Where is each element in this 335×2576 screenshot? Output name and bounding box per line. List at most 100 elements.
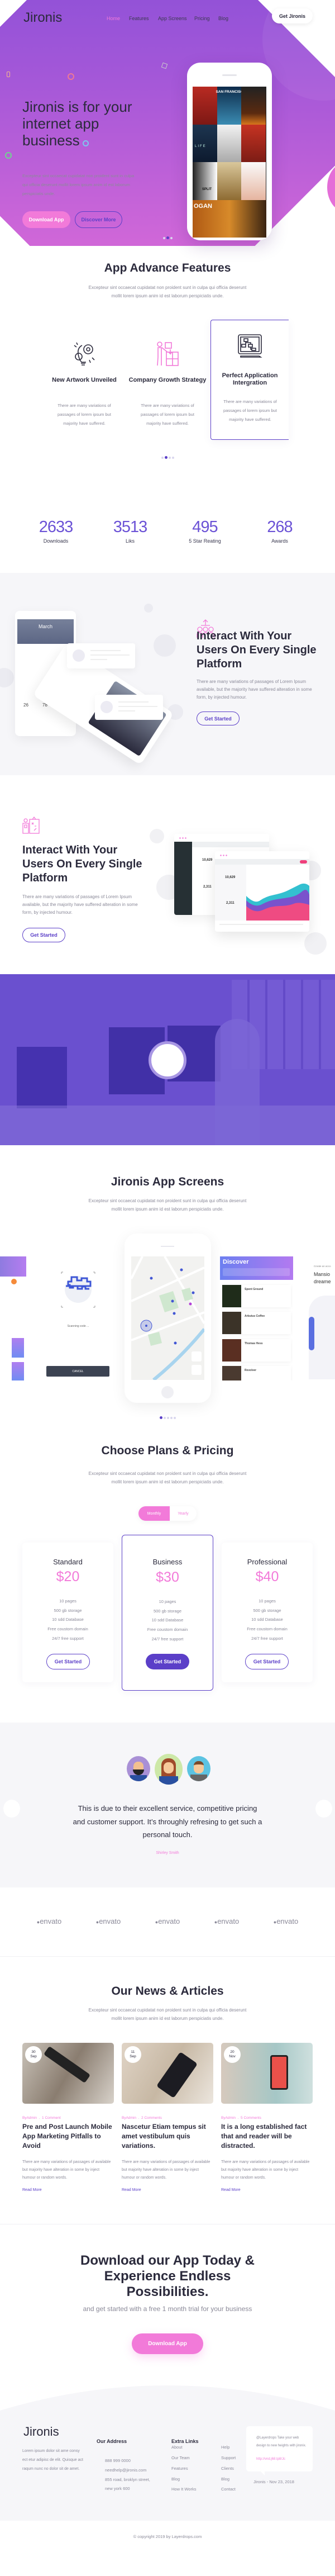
plan-get-started-button[interactable]: Get Started (245, 1654, 289, 1669)
footer-link-blog[interactable]: Blog (171, 2477, 180, 2482)
news-image[interactable]: 30 Sep (22, 2043, 114, 2104)
news-image[interactable]: 11 Sep (122, 2043, 213, 2104)
news-post-title[interactable]: It is a long established fact that and r… (221, 2122, 314, 2151)
footer-email[interactable]: needhelp@jironis.com (105, 2468, 146, 2473)
feature-card-active[interactable]: Perfect Application Intergration There a… (210, 320, 289, 440)
hero-carousel-dot[interactable] (170, 237, 173, 239)
client-logo-envato[interactable]: ●envato (207, 1917, 246, 1925)
features-carousel-dot[interactable] (165, 456, 168, 459)
movie-poster (241, 124, 266, 162)
video-backdrop-person (215, 1019, 260, 1145)
footer-link-how-it-works[interactable]: How It Works (171, 2487, 196, 2492)
nav-link-app-screens[interactable]: App Screens (158, 16, 187, 21)
news-title: Our News & Articles (111, 1985, 224, 1998)
footer-link-about[interactable]: About (171, 2445, 183, 2450)
nav-link-home[interactable]: Home (107, 16, 120, 21)
client-logo-envato[interactable]: ●envato (89, 1917, 128, 1925)
nav-link-features[interactable]: Features (129, 16, 149, 21)
play-button[interactable] (149, 1041, 186, 1079)
avatar[interactable] (155, 1754, 183, 1785)
footer-link-our-team[interactable]: Our Team (171, 2455, 190, 2460)
client-logo-envato[interactable]: ●envato (30, 1917, 69, 1925)
screens-carousel-dot[interactable] (174, 1417, 176, 1419)
bubble-decoration (154, 634, 176, 657)
features-carousel-dot[interactable] (161, 457, 164, 459)
dashboard-sidebar (174, 842, 192, 915)
news-meta: ByAdmin . 5 Comments (221, 2116, 261, 2120)
app-screen-discover[interactable]: Discover Spent Ground Arbutus Coffee Tho… (220, 1256, 293, 1380)
news-author[interactable]: ByAdmin (221, 2116, 236, 2120)
screens-carousel-dot[interactable] (164, 1417, 166, 1419)
avatar[interactable] (127, 1756, 150, 1781)
footer-phone[interactable]: 888 999 0000 (105, 2458, 131, 2463)
read-more-link[interactable]: Read More (122, 2188, 141, 2192)
footer-link-clients[interactable]: Clients (221, 2466, 234, 2471)
app-screen-left-partial[interactable] (0, 1256, 26, 1380)
place-item[interactable]: Arbutus Coffee (222, 1312, 291, 1334)
news-image[interactable]: 20 Nov (221, 2043, 313, 2104)
get-started-button[interactable]: Get Started (22, 928, 65, 942)
news-author[interactable]: ByAdmin (122, 2116, 136, 2120)
feature-card[interactable]: Company Growth Strategy There are many v… (128, 320, 207, 440)
news-author[interactable]: ByAdmin (22, 2116, 37, 2120)
feature-card[interactable]: New Artwork Unveiled There are many vari… (45, 320, 123, 440)
client-logo-envato[interactable]: ●envato (148, 1917, 187, 1925)
footer-link-help[interactable]: Help (221, 2445, 229, 2450)
cta-subtitle: and get started with a free 1 month tria… (83, 2305, 252, 2313)
footer-link-support[interactable]: Support (221, 2455, 236, 2460)
hero-carousel-dot[interactable] (163, 237, 165, 239)
footer-link-blog-2[interactable]: Blog (221, 2477, 229, 2482)
next-arrow-button[interactable] (315, 1800, 332, 1818)
news-comments[interactable]: 5 Comments (241, 2116, 261, 2120)
screens-carousel-dot[interactable] (167, 1417, 169, 1419)
footer-link-contact[interactable]: Contact (221, 2487, 236, 2492)
toggle-monthly[interactable]: Monthly (138, 1506, 170, 1521)
read-more-link[interactable]: Read More (221, 2188, 241, 2192)
site-logo[interactable]: Jironis (23, 10, 62, 26)
screens-carousel-dot[interactable] (160, 1416, 162, 1419)
features-carousel-dot[interactable] (172, 457, 174, 459)
dashboard-stat: 2,311 (226, 902, 234, 905)
prev-arrow-button[interactable] (3, 1800, 20, 1818)
footer-logo[interactable]: Jironis (23, 2425, 59, 2439)
cta-download-button[interactable]: Download App (132, 2333, 203, 2354)
toggle-yearly[interactable]: Yearly (170, 1506, 197, 1521)
download-app-button[interactable]: Download App (22, 211, 70, 228)
discover-search[interactable] (223, 1268, 290, 1276)
place-item[interactable]: Thomas Hess (222, 1339, 291, 1361)
news-post-title[interactable]: Pre and Post Launch Mobile App Marketing… (22, 2122, 115, 2151)
nav-link-pricing[interactable]: Pricing (194, 16, 210, 21)
screens-carousel-dot[interactable] (170, 1417, 173, 1419)
stat-value: 3513 (113, 518, 148, 536)
read-more-link[interactable]: Read More (22, 2188, 42, 2192)
place-item[interactable]: Revolver (222, 1366, 291, 1380)
plan-get-started-button[interactable]: Get Started (46, 1654, 90, 1669)
mockup-notification-card (67, 643, 135, 668)
get-jironis-button[interactable]: Get Jironis (272, 8, 313, 23)
screens-subtitle: Excepteur sint occaecat cupidatat non pr… (88, 1198, 247, 1212)
app-screen-right-partial[interactable]: Create an acco Mansio dreame (309, 1256, 335, 1380)
feature-text: There are many variations of passages of… (58, 403, 111, 426)
plan-feature: Free coustom domain (247, 1626, 288, 1631)
cancel-scan-button[interactable]: CANCEL (46, 1366, 109, 1377)
avatar[interactable] (187, 1756, 210, 1781)
app-screen-qr-scanner[interactable]: Scanning code ... CANCEL (46, 1256, 110, 1380)
news-post-title[interactable]: Nascetur Etiam tempus sit amet vestibulu… (122, 2122, 214, 2151)
nav-link-blog[interactable]: Blog (218, 16, 228, 21)
news-comments[interactable]: 2 Comments (141, 2116, 162, 2120)
discover-more-button[interactable]: Discover More (75, 211, 122, 228)
client-logo-envato[interactable]: ●envato (266, 1917, 305, 1925)
map-screen[interactable] (131, 1256, 204, 1380)
features-carousel-dot[interactable] (169, 457, 171, 459)
plan-feature: 24/7 free support (52, 1636, 84, 1641)
get-started-button[interactable]: Get Started (197, 711, 240, 725)
hero-carousel-dot[interactable] (166, 236, 169, 239)
video-backdrop-desk (0, 1106, 335, 1145)
plan-get-started-button[interactable]: Get Started (146, 1654, 189, 1669)
shape-decoration (5, 152, 12, 159)
stat-value: 2633 (39, 518, 74, 536)
news-comments[interactable]: 1 Comment (42, 2116, 61, 2120)
footer-link-features[interactable]: Features (171, 2466, 188, 2471)
tweet-link[interactable]: http://vnd.j68.tp8/Jc (256, 2458, 285, 2461)
place-item[interactable]: Spent Ground (222, 1285, 291, 1307)
